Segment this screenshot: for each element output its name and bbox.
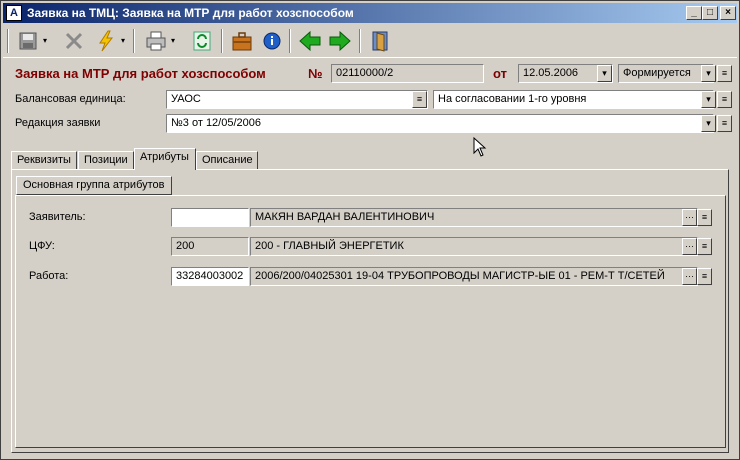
toolbar-separator bbox=[359, 29, 361, 53]
maximize-button[interactable]: □ bbox=[702, 6, 718, 20]
print-icon bbox=[146, 31, 166, 51]
briefcase-button[interactable] bbox=[229, 28, 255, 54]
window-title: Заявка на ТМЦ: Заявка на МТР для работ х… bbox=[27, 6, 354, 20]
approval-menu-button[interactable]: ≡ bbox=[717, 91, 732, 108]
info-button[interactable] bbox=[259, 28, 285, 54]
edition-field[interactable]: №3 от 12/05/2006 bbox=[166, 114, 714, 133]
work-menu-button[interactable]: ≡ bbox=[697, 268, 712, 285]
work-code-field[interactable]: 33284003002 bbox=[171, 267, 249, 286]
balance-unit-label: Балансовая единица: bbox=[15, 93, 126, 105]
close-button[interactable]: × bbox=[720, 6, 736, 20]
cfu-label: ЦФУ: bbox=[29, 240, 55, 252]
delete-icon bbox=[65, 32, 83, 50]
toolbar: ▾ ▾ ▾ bbox=[3, 25, 737, 58]
approval-status-field[interactable]: На согласовании 1-го уровня bbox=[433, 90, 714, 109]
arrow-right-icon bbox=[329, 30, 351, 52]
lightning-dropdown[interactable]: ▾ bbox=[121, 37, 128, 45]
edition-dropdown-button[interactable]: ▾ bbox=[701, 115, 716, 132]
next-button[interactable] bbox=[327, 28, 353, 54]
balance-unit-field[interactable]: УАОС bbox=[166, 90, 428, 109]
mouse-cursor-icon bbox=[473, 137, 487, 157]
status-field[interactable]: Формируется bbox=[618, 64, 714, 83]
tab-main-attribute-group[interactable]: Основная группа атрибутов bbox=[16, 176, 172, 195]
applicant-code-field[interactable] bbox=[171, 208, 249, 227]
applicant-menu-button[interactable]: ≡ bbox=[697, 209, 712, 226]
cfu-menu-button[interactable]: ≡ bbox=[697, 238, 712, 255]
applicant-label: Заявитель: bbox=[29, 211, 86, 223]
status-menu-button[interactable]: ≡ bbox=[717, 65, 732, 82]
print-dropdown[interactable]: ▾ bbox=[171, 37, 178, 45]
save-button[interactable] bbox=[15, 28, 41, 54]
document-number-field[interactable]: 02110000/2 bbox=[331, 64, 484, 83]
toolbar-separator bbox=[133, 29, 135, 53]
date-dropdown-button[interactable]: ▾ bbox=[597, 65, 612, 82]
lightning-button[interactable] bbox=[93, 28, 119, 54]
document-title: Заявка на МТР для работ хозспособом bbox=[15, 66, 266, 81]
save-dropdown[interactable]: ▾ bbox=[43, 37, 50, 45]
tab-positions[interactable]: Позиции bbox=[78, 151, 134, 169]
save-icon bbox=[19, 32, 37, 50]
previous-button[interactable] bbox=[297, 28, 323, 54]
edition-label: Редакция заявки bbox=[15, 117, 101, 129]
delete-button[interactable] bbox=[61, 28, 87, 54]
attributes-group-panel bbox=[15, 195, 726, 448]
toolbar-separator bbox=[289, 29, 291, 53]
applicant-lookup-button[interactable]: ··· bbox=[682, 209, 697, 226]
status-dropdown-button[interactable]: ▾ bbox=[701, 65, 716, 82]
number-label: № bbox=[308, 66, 323, 81]
work-label: Работа: bbox=[29, 270, 69, 282]
balance-unit-menu-button[interactable]: ≡ bbox=[412, 91, 427, 108]
title-bar[interactable]: A Заявка на ТМЦ: Заявка на МТР для работ… bbox=[3, 3, 737, 23]
cfu-name-field[interactable]: 200 - ГЛАВНЫЙ ЭНЕРГЕТИК bbox=[250, 237, 698, 256]
refresh-button[interactable] bbox=[189, 28, 215, 54]
applicant-name-field[interactable]: МАКЯН ВАРДАН ВАЛЕНТИНОВИЧ bbox=[250, 208, 698, 227]
work-lookup-button[interactable]: ··· bbox=[682, 268, 697, 285]
print-button[interactable] bbox=[143, 28, 169, 54]
work-name-field[interactable]: 2006/200/04025301 19-04 ТРУБОПРОВОДЫ МАГ… bbox=[250, 267, 698, 286]
toolbar-separator bbox=[221, 29, 223, 53]
approval-dropdown-button[interactable]: ▾ bbox=[701, 91, 716, 108]
briefcase-icon bbox=[232, 32, 252, 51]
exit-door-icon bbox=[372, 31, 388, 52]
minimize-button[interactable]: _ bbox=[686, 6, 702, 20]
cfu-code-field[interactable]: 200 bbox=[171, 237, 249, 256]
app-icon: A bbox=[6, 5, 22, 21]
date-label: от bbox=[493, 66, 507, 81]
toolbar-grip bbox=[7, 29, 9, 53]
lightning-icon bbox=[99, 30, 114, 52]
arrow-left-icon bbox=[299, 30, 321, 52]
info-icon bbox=[263, 32, 281, 50]
tab-requisites[interactable]: Реквизиты bbox=[11, 151, 77, 169]
application-window: A Заявка на ТМЦ: Заявка на МТР для работ… bbox=[0, 0, 740, 460]
cfu-lookup-button[interactable]: ··· bbox=[682, 238, 697, 255]
tab-attributes[interactable]: Атрибуты bbox=[134, 148, 196, 170]
refresh-icon bbox=[193, 31, 211, 51]
tab-description[interactable]: Описание bbox=[196, 151, 258, 169]
document-date-value: 12.05.2006 bbox=[523, 67, 579, 79]
edition-menu-button[interactable]: ≡ bbox=[717, 115, 732, 132]
exit-button[interactable] bbox=[367, 28, 393, 54]
